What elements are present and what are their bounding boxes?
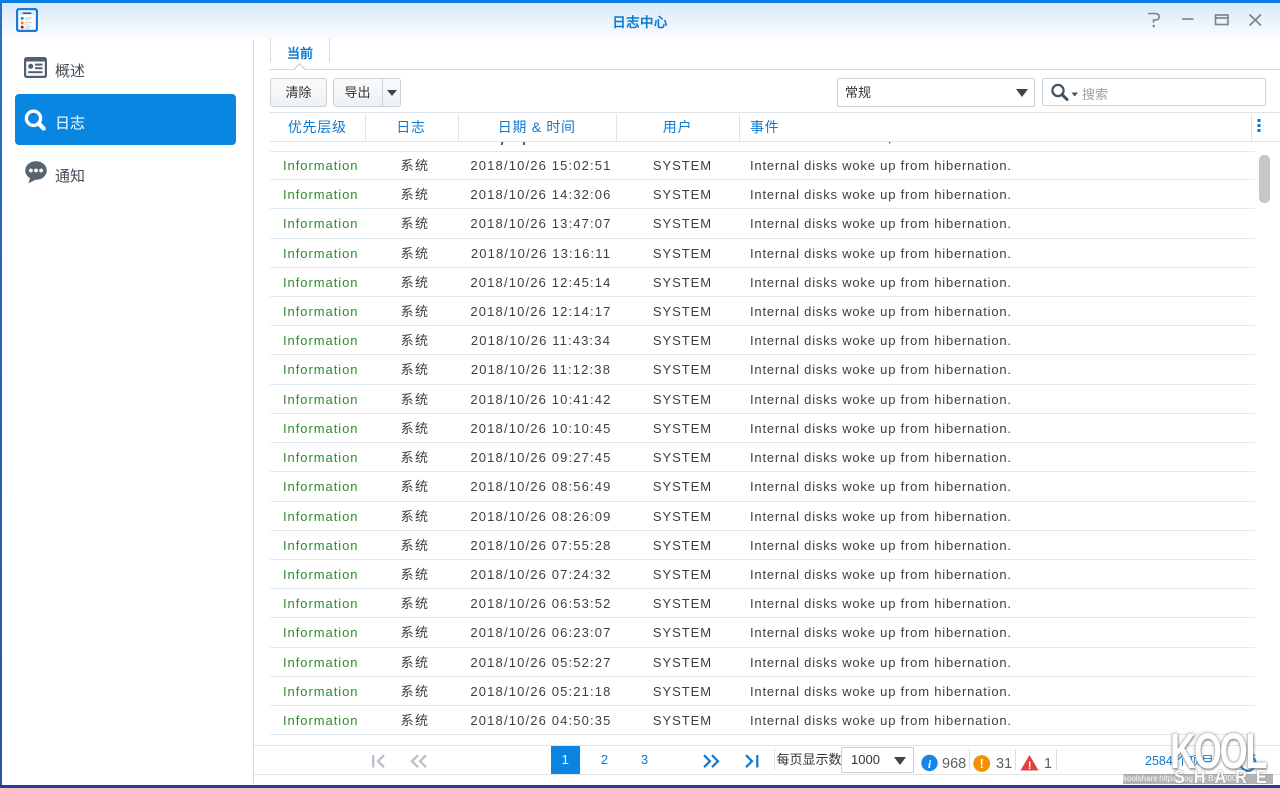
svg-text:!: ! bbox=[980, 757, 984, 771]
svg-text:!: ! bbox=[1028, 759, 1032, 771]
